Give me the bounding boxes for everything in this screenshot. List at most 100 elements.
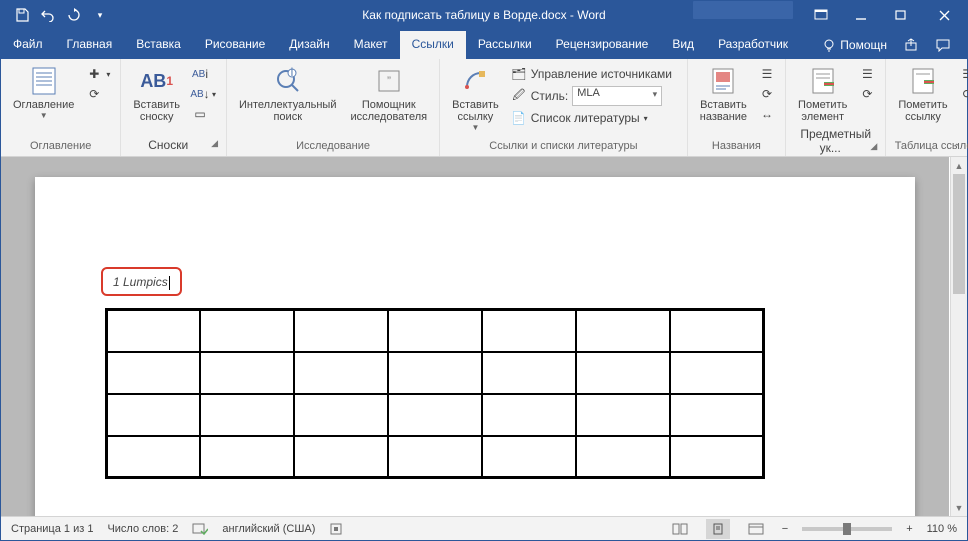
insert-caption-button[interactable]: Вставить название — [696, 63, 751, 125]
zoom-slider[interactable] — [802, 527, 892, 531]
table-row[interactable] — [107, 352, 764, 394]
update-toc-button[interactable]: ⟳ — [84, 85, 112, 103]
table-cell[interactable] — [107, 352, 201, 394]
table-cell[interactable] — [294, 310, 388, 352]
scroll-track[interactable] — [951, 174, 967, 499]
scroll-thumb[interactable] — [953, 174, 965, 294]
tab-references[interactable]: Ссылки — [400, 31, 466, 59]
bibliography-button[interactable]: 📄 Список литературы ▾ — [509, 109, 679, 127]
insert-footnote-button[interactable]: AB1 Вставить сноску — [129, 63, 184, 125]
zoom-knob[interactable] — [843, 523, 851, 535]
add-text-button[interactable]: ✚▾ — [84, 65, 112, 83]
table-cell[interactable] — [576, 394, 670, 436]
tab-mailings[interactable]: Рассылки — [466, 31, 544, 59]
document-table[interactable] — [105, 308, 765, 479]
mark-citation-button[interactable]: Пометить ссылку — [894, 63, 951, 125]
table-cell[interactable] — [482, 436, 576, 478]
smart-lookup-button[interactable]: i Интеллектуальный поиск — [235, 63, 340, 125]
table-cell[interactable] — [670, 310, 764, 352]
manage-sources-button[interactable]: 🗂 Управление источниками — [509, 65, 679, 83]
tab-insert[interactable]: Вставка — [124, 31, 193, 59]
dialog-launcher-icon[interactable]: ◢ — [870, 141, 877, 152]
table-cell[interactable] — [388, 436, 482, 478]
undo-icon[interactable] — [37, 4, 59, 26]
maximize-icon[interactable] — [881, 1, 921, 29]
tab-view[interactable]: Вид — [660, 31, 706, 59]
web-layout-icon[interactable] — [744, 519, 768, 539]
share-icon[interactable] — [903, 37, 919, 53]
page-indicator[interactable]: Страница 1 из 1 — [11, 523, 93, 535]
table-cell[interactable] — [107, 310, 201, 352]
tell-me[interactable]: Помощн — [822, 38, 887, 52]
dialog-launcher-icon[interactable]: ◢ — [211, 138, 218, 149]
table-cell[interactable] — [482, 310, 576, 352]
insert-toa-button[interactable]: ☰ — [958, 65, 968, 83]
table-cell[interactable] — [576, 310, 670, 352]
save-icon[interactable] — [11, 4, 33, 26]
cross-reference-button[interactable]: ↔ — [757, 105, 777, 123]
tab-home[interactable]: Главная — [55, 31, 125, 59]
insert-figure-table-button[interactable]: ☰ — [757, 65, 777, 83]
table-cell[interactable] — [670, 394, 764, 436]
tab-design[interactable]: Дизайн — [277, 31, 341, 59]
toc-button[interactable]: Оглавление ▼ — [9, 63, 78, 122]
table-cell[interactable] — [200, 436, 294, 478]
insert-index-button[interactable]: ☰ — [857, 65, 877, 83]
scroll-up-icon[interactable]: ▲ — [951, 157, 967, 174]
table-cell[interactable] — [482, 352, 576, 394]
read-mode-icon[interactable] — [668, 519, 692, 539]
table-cell[interactable] — [670, 352, 764, 394]
zoom-out-icon[interactable]: − — [782, 523, 788, 535]
table-row[interactable] — [107, 394, 764, 436]
table-cell[interactable] — [482, 394, 576, 436]
table-cell[interactable] — [200, 352, 294, 394]
tab-draw[interactable]: Рисование — [193, 31, 277, 59]
zoom-in-icon[interactable]: + — [906, 523, 912, 535]
table-row[interactable] — [107, 436, 764, 478]
style-value[interactable]: MLA — [572, 86, 662, 106]
macro-indicator-icon[interactable] — [329, 522, 343, 536]
close-icon[interactable] — [921, 1, 967, 29]
spellcheck-icon[interactable] — [192, 522, 208, 536]
language-indicator[interactable]: английский (США) — [222, 523, 315, 535]
collapse-ribbon-icon[interactable]: ⌃ — [953, 143, 961, 154]
print-layout-icon[interactable] — [706, 519, 730, 539]
insert-endnote-button[interactable]: ABi — [190, 65, 218, 83]
table-cell[interactable] — [576, 352, 670, 394]
researcher-button[interactable]: ” Помощник исследователя — [346, 63, 431, 125]
ribbon-options-icon[interactable] — [801, 1, 841, 29]
table-caption[interactable]: 1 Lumpics — [101, 267, 182, 296]
scroll-down-icon[interactable]: ▼ — [951, 499, 967, 516]
tab-review[interactable]: Рецензирование — [544, 31, 661, 59]
update-toa-button[interactable]: ⟳ — [958, 85, 968, 103]
table-cell[interactable] — [200, 310, 294, 352]
update-index-button[interactable]: ⟳ — [857, 85, 877, 103]
table-cell[interactable] — [200, 394, 294, 436]
minimize-icon[interactable] — [841, 1, 881, 29]
tab-layout[interactable]: Макет — [342, 31, 400, 59]
insert-citation-button[interactable]: Вставить ссылку ▼ — [448, 63, 503, 134]
vertical-scrollbar[interactable]: ▲ ▼ — [950, 157, 967, 516]
word-count[interactable]: Число слов: 2 — [107, 523, 178, 535]
table-cell[interactable] — [294, 352, 388, 394]
next-footnote-button[interactable]: AB↓▾ — [190, 85, 218, 103]
table-cell[interactable] — [107, 436, 201, 478]
table-row[interactable] — [107, 310, 764, 352]
redo-icon[interactable] — [63, 4, 85, 26]
qat-customize-icon[interactable]: ▾ — [89, 4, 111, 26]
tab-file[interactable]: Файл — [1, 31, 55, 59]
table-cell[interactable] — [576, 436, 670, 478]
mark-entry-button[interactable]: Пометить элемент — [794, 63, 851, 125]
page[interactable]: 1 Lumpics — [35, 177, 915, 516]
table-cell[interactable] — [388, 394, 482, 436]
comments-icon[interactable] — [935, 37, 951, 53]
table-cell[interactable] — [388, 352, 482, 394]
style-selector[interactable]: 🖉 Стиль: MLA — [509, 85, 679, 107]
table-cell[interactable] — [670, 436, 764, 478]
show-notes-button[interactable]: ▭ — [190, 105, 218, 123]
user-account[interactable] — [693, 1, 793, 19]
table-cell[interactable] — [388, 310, 482, 352]
table-cell[interactable] — [107, 394, 201, 436]
tab-developer[interactable]: Разработчик — [706, 31, 800, 59]
table-cell[interactable] — [294, 436, 388, 478]
